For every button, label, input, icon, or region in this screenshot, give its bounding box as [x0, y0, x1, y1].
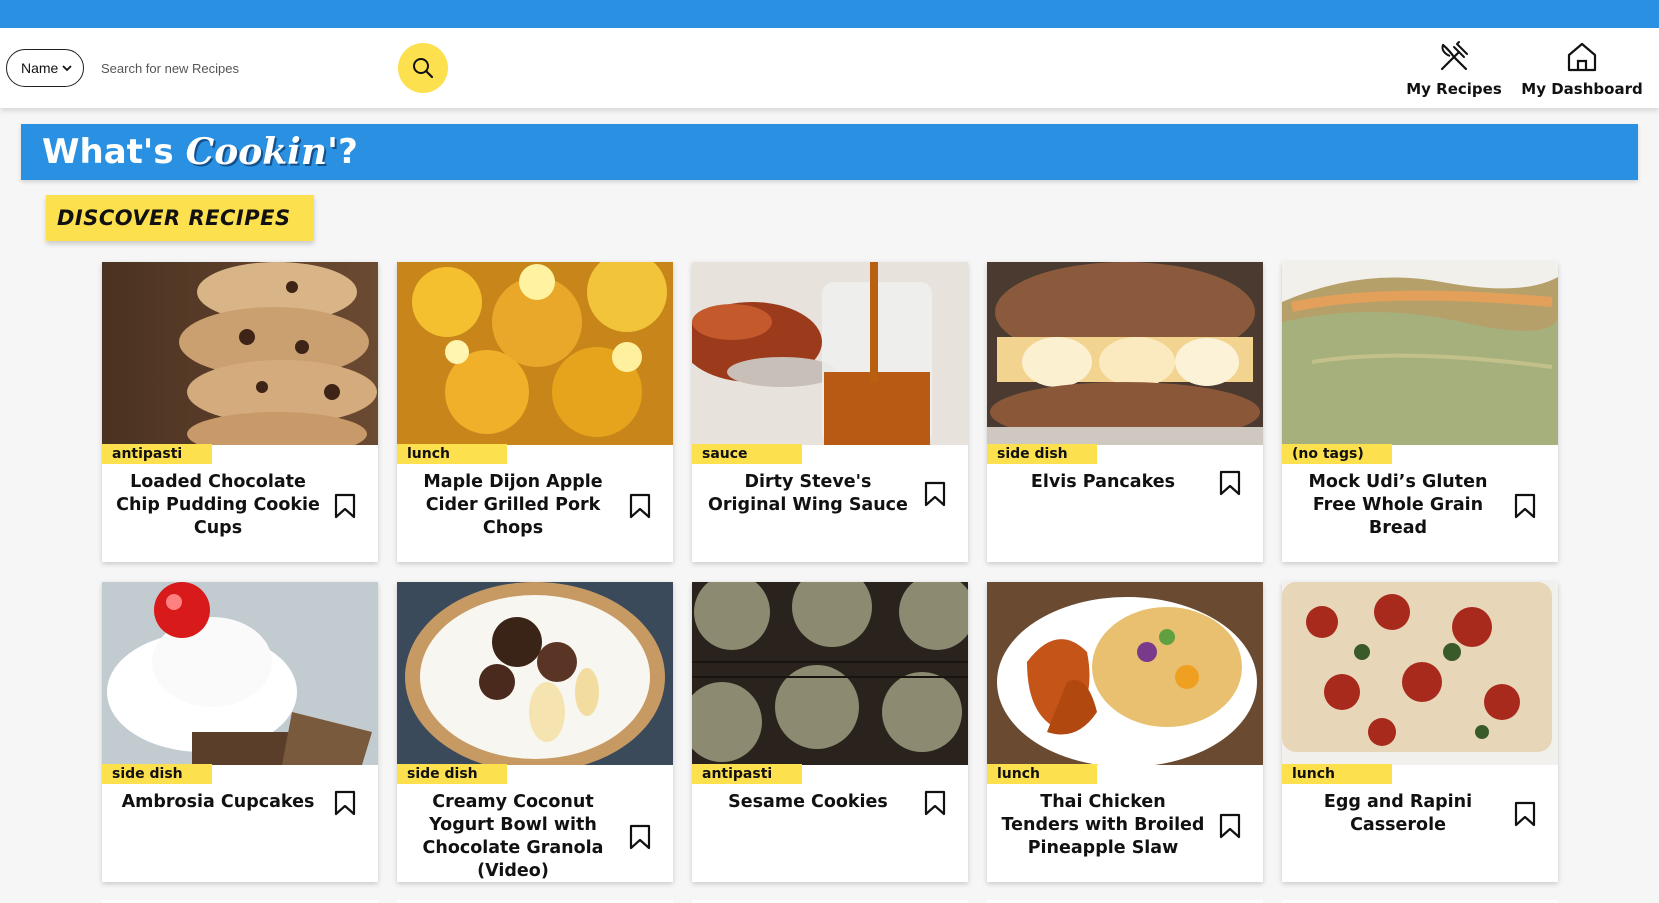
- recipe-title[interactable]: Loaded Chocolate Chip Pudding Cookie Cup…: [114, 471, 322, 540]
- recipe-title[interactable]: Thai Chicken Tenders with Broiled Pineap…: [999, 791, 1207, 860]
- bookmark-icon[interactable]: [1513, 800, 1537, 828]
- search-button[interactable]: [398, 43, 448, 93]
- recipe-tag: side dish: [397, 764, 507, 784]
- recipe-card[interactable]: lunch Maple Dijon Apple Cider Grilled Por…: [397, 262, 673, 562]
- recipe-title[interactable]: Sesame Cookies: [704, 791, 912, 814]
- hero-title-end: ?: [338, 132, 358, 172]
- search-input[interactable]: [92, 49, 382, 87]
- casserole-image[interactable]: [1282, 582, 1558, 765]
- recipe-tag: side dish: [987, 444, 1097, 464]
- recipe-card[interactable]: antipasti Loaded Chocolate Chip Pudding C…: [102, 262, 378, 562]
- recipe-tag: lunch: [397, 444, 507, 464]
- recipe-card[interactable]: side dish Creamy Coconut Yogurt Bowl with…: [397, 582, 673, 882]
- bookmark-icon[interactable]: [333, 492, 357, 520]
- fork-knife-icon: [1440, 41, 1468, 71]
- recipe-tag: lunch: [987, 764, 1097, 784]
- bookmark-icon[interactable]: [923, 480, 947, 508]
- recipe-card[interactable]: lunch Egg and Rapini Casserole: [1282, 582, 1558, 882]
- bookmark-icon[interactable]: [923, 789, 947, 817]
- whole-grain-bread-image[interactable]: [1282, 262, 1558, 445]
- bookmark-icon[interactable]: [333, 789, 357, 817]
- wing-sauce-jar-image[interactable]: [692, 262, 968, 445]
- nav-my-recipes[interactable]: My Recipes: [1406, 40, 1502, 98]
- recipe-tag: antipasti: [102, 444, 212, 464]
- top-color-bar: [0, 0, 1659, 28]
- recipe-card[interactable]: side dish Ambrosia Cupcakes: [102, 582, 378, 882]
- bookmark-icon[interactable]: [628, 492, 652, 520]
- hero-title-main: What's: [42, 132, 174, 172]
- chocolate-chip-cookies-image[interactable]: [102, 262, 378, 445]
- chevron-down-icon: [62, 65, 72, 72]
- recipe-title[interactable]: Creamy Coconut Yogurt Bowl with Chocolat…: [409, 791, 617, 882]
- hero-title-script: Cookin': [185, 131, 339, 173]
- hero-banner: What's Cookin' ?: [21, 124, 1638, 180]
- bookmark-icon[interactable]: [1513, 492, 1537, 520]
- recipe-tag: side dish: [102, 764, 212, 784]
- recipe-card[interactable]: sauce Dirty Steve's Original Wing Sauce: [692, 262, 968, 562]
- nav-my-recipes-label: My Recipes: [1406, 80, 1502, 98]
- search-icon: [413, 58, 434, 79]
- recipe-tag: lunch: [1282, 764, 1392, 784]
- recipe-title[interactable]: Maple Dijon Apple Cider Grilled Pork Cho…: [409, 471, 617, 540]
- recipe-title[interactable]: Mock Udi’s Gluten Free Whole Grain Bread: [1294, 471, 1502, 540]
- bookmark-icon[interactable]: [628, 823, 652, 851]
- recipe-card[interactable]: side dish Elvis Pancakes: [987, 262, 1263, 562]
- bookmark-icon[interactable]: [1218, 812, 1242, 840]
- home-icon: [1567, 42, 1597, 72]
- recipe-tag: sauce: [692, 444, 802, 464]
- banana-pancakes-image[interactable]: [987, 262, 1263, 445]
- recipe-tag: (no tags): [1282, 444, 1392, 464]
- recipe-card[interactable]: lunch Thai Chicken Tenders with Broiled P…: [987, 582, 1263, 882]
- recipe-card[interactable]: (no tags) Mock Udi’s Gluten Free Whole Gr…: [1282, 262, 1558, 562]
- recipe-title[interactable]: Ambrosia Cupcakes: [114, 791, 322, 814]
- recipe-title[interactable]: Egg and Rapini Casserole: [1294, 791, 1502, 837]
- recipe-tag: antipasti: [692, 764, 802, 784]
- recipe-title[interactable]: Elvis Pancakes: [999, 471, 1207, 494]
- section-title: DISCOVER RECIPES: [46, 195, 314, 241]
- yogurt-bowl-image[interactable]: [397, 582, 673, 765]
- sesame-cookies-image[interactable]: [692, 582, 968, 765]
- bookmark-icon[interactable]: [1218, 469, 1242, 497]
- search-filter-select[interactable]: Name: [6, 49, 84, 87]
- nav-my-dashboard[interactable]: My Dashboard: [1521, 40, 1643, 98]
- recipe-card[interactable]: antipasti Sesame Cookies: [692, 582, 968, 882]
- apple-maple-glaze-image[interactable]: [397, 262, 673, 445]
- nav-my-dashboard-label: My Dashboard: [1521, 80, 1643, 98]
- search-filter-value: Name: [21, 60, 59, 76]
- recipe-title[interactable]: Dirty Steve's Original Wing Sauce: [704, 471, 912, 517]
- header-bar: Name My Recipes My Dashboard: [0, 28, 1659, 108]
- chicken-slaw-plate-image[interactable]: [987, 582, 1263, 765]
- coconut-cupcake-image[interactable]: [102, 582, 378, 765]
